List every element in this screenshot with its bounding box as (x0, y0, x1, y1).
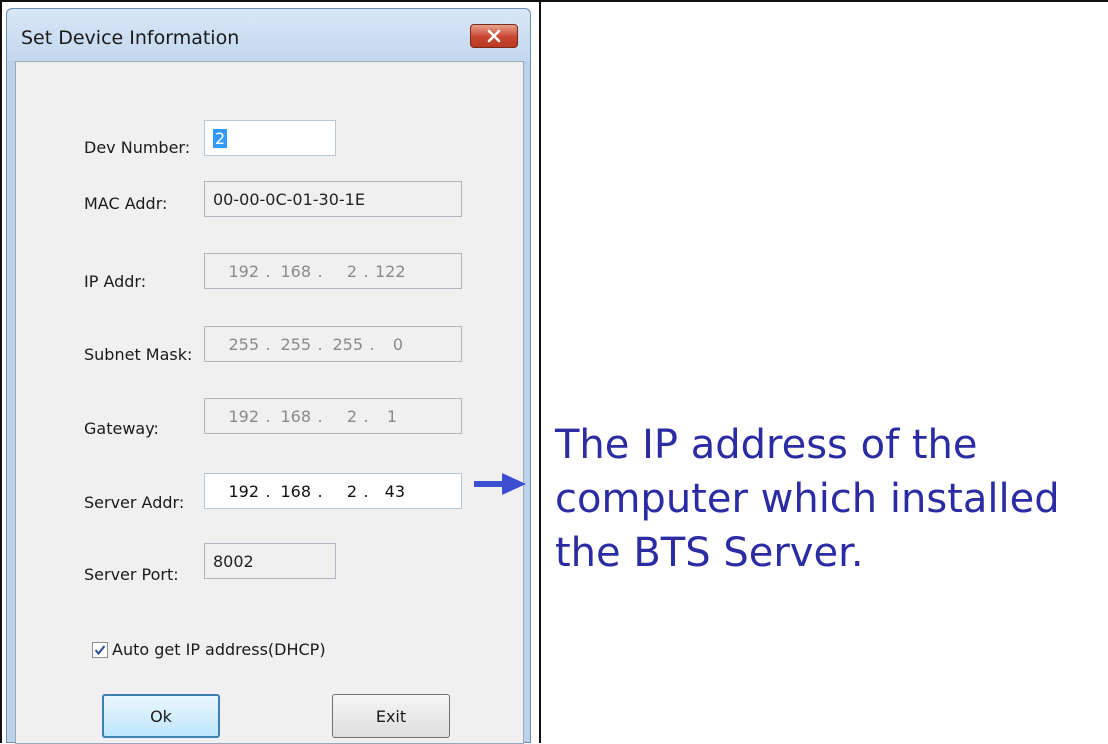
gateway-field[interactable]: 192. 168. 2. 1 (204, 398, 462, 434)
close-button[interactable] (470, 24, 518, 48)
ip-addr-field[interactable]: 192. 168. 2. 122 (204, 253, 462, 289)
gateway-label: Gateway: (84, 419, 159, 438)
server-addr-label: Server Addr: (84, 493, 185, 512)
dev-number-label: Dev Number: (84, 138, 191, 157)
dialog-client-area: Dev Number: 2 MAC Addr: 00-00-0C-01-30-1… (15, 61, 524, 744)
gw-dot: . (363, 406, 369, 426)
server-port-field: 8002 (204, 543, 336, 579)
dhcp-label: Auto get IP address(DHCP) (112, 640, 326, 659)
dhcp-checkbox-row[interactable]: Auto get IP address(DHCP) (92, 640, 326, 659)
dialog-title: Set Device Information (21, 27, 240, 49)
set-device-info-dialog: Set Device Information Dev Number: 2 MAC… (6, 8, 531, 744)
subnet-mask-label: Subnet Mask: (84, 345, 193, 364)
annotation-text: The IP address of the computer which ins… (555, 418, 1105, 580)
frame-top-border (0, 0, 1108, 2)
ip-octet-4: 122 (375, 261, 406, 281)
ip-addr-label: IP Addr: (84, 272, 147, 291)
annotation-line-2: computer which installed (555, 476, 1060, 522)
close-icon (487, 29, 501, 43)
server-port-label: Server Port: (84, 565, 179, 584)
mask-dot: . (317, 334, 323, 354)
mask-octet-4: 0 (392, 334, 403, 354)
annotation-line-3: the BTS Server. (555, 530, 864, 576)
ip-octet-2: 168 (280, 261, 311, 281)
frame-left-border (0, 0, 2, 743)
mask-octet-2: 255 (280, 334, 311, 354)
exit-button[interactable]: Exit (332, 694, 450, 738)
ip-dot: . (265, 261, 271, 281)
dhcp-checkbox[interactable] (92, 641, 108, 658)
mac-addr-label: MAC Addr: (84, 194, 168, 213)
dialog-titlebar[interactable]: Set Device Information (7, 9, 530, 61)
server-addr-input[interactable]: 192. 168. 2. 43 (204, 473, 462, 509)
srv-octet-3: 2 (346, 481, 357, 501)
gw-dot: . (317, 406, 323, 426)
ip-dot: . (317, 261, 323, 281)
gw-octet-1: 192 (228, 406, 259, 426)
ip-octet-3: 2 (346, 261, 357, 281)
mask-octet-1: 255 (228, 334, 259, 354)
mac-addr-value: 00-00-0C-01-30-1E (213, 189, 365, 209)
checkmark-icon (94, 644, 106, 655)
gw-octet-3: 2 (346, 406, 357, 426)
mask-dot: . (369, 334, 375, 354)
ok-button[interactable]: Ok (102, 694, 220, 738)
dev-number-input[interactable]: 2 (204, 120, 336, 156)
arrow-right-icon (474, 473, 526, 495)
srv-dot: . (363, 481, 369, 501)
annotation-line-1: The IP address of the (555, 422, 978, 468)
gw-octet-2: 168 (280, 406, 311, 426)
srv-dot: . (265, 481, 271, 501)
gw-dot: . (265, 406, 271, 426)
mask-octet-3: 255 (332, 334, 363, 354)
srv-octet-1: 192 (228, 481, 259, 501)
subnet-mask-field[interactable]: 255. 255. 255. 0 (204, 326, 462, 362)
server-port-value: 8002 (213, 551, 254, 571)
srv-dot: . (317, 481, 323, 501)
ip-dot: . (363, 261, 369, 281)
dev-number-value: 2 (213, 128, 228, 148)
ip-octet-1: 192 (228, 261, 259, 281)
srv-octet-4: 43 (384, 481, 405, 501)
frame-divider (539, 0, 541, 743)
srv-octet-2: 168 (280, 481, 311, 501)
mac-addr-field: 00-00-0C-01-30-1E (204, 181, 462, 217)
gw-octet-4: 1 (386, 406, 397, 426)
mask-dot: . (265, 334, 271, 354)
